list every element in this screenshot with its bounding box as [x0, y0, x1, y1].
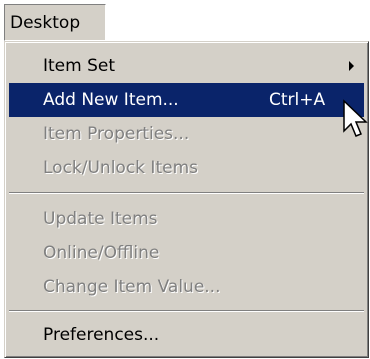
menu-item-label: Change Item Value... [43, 277, 221, 297]
menu-item-item-set[interactable]: Item Set [9, 49, 364, 83]
menu-item-online-offline[interactable]: Online/Offline [9, 236, 364, 270]
arrow-cursor-icon [343, 99, 368, 137]
menu-item-lock-unlock-items[interactable]: Lock/Unlock Items [9, 151, 364, 185]
menu-item-item-properties[interactable]: Item Properties... [9, 117, 364, 151]
menu-item-shortcut: Ctrl+A [269, 90, 326, 110]
menu-item-label: Item Properties... [43, 124, 190, 144]
menu-separator [9, 192, 364, 194]
menu-item-label: Add New Item... [43, 90, 179, 110]
desktop-menu-button[interactable]: Desktop [4, 4, 106, 41]
menu-item-change-item-value[interactable]: Change Item Value... [9, 270, 364, 304]
menu-item-label: Item Set [43, 56, 116, 76]
menu-item-label: Lock/Unlock Items [43, 158, 198, 178]
submenu-arrow-icon [349, 61, 354, 71]
desktop-dropdown-menu: Item Set Add New Item... Ctrl+A Item Pro… [4, 41, 369, 358]
menu-item-label: Online/Offline [43, 243, 160, 263]
desktop-menu-label: Desktop [10, 13, 81, 33]
menu-item-preferences[interactable]: Preferences... [9, 318, 364, 352]
menu-item-update-items[interactable]: Update Items [9, 202, 364, 236]
menu-item-add-new-item[interactable]: Add New Item... Ctrl+A [9, 83, 364, 117]
menu-separator [9, 310, 364, 312]
menu-item-label: Update Items [43, 209, 158, 229]
menu-item-label: Preferences... [43, 325, 160, 345]
